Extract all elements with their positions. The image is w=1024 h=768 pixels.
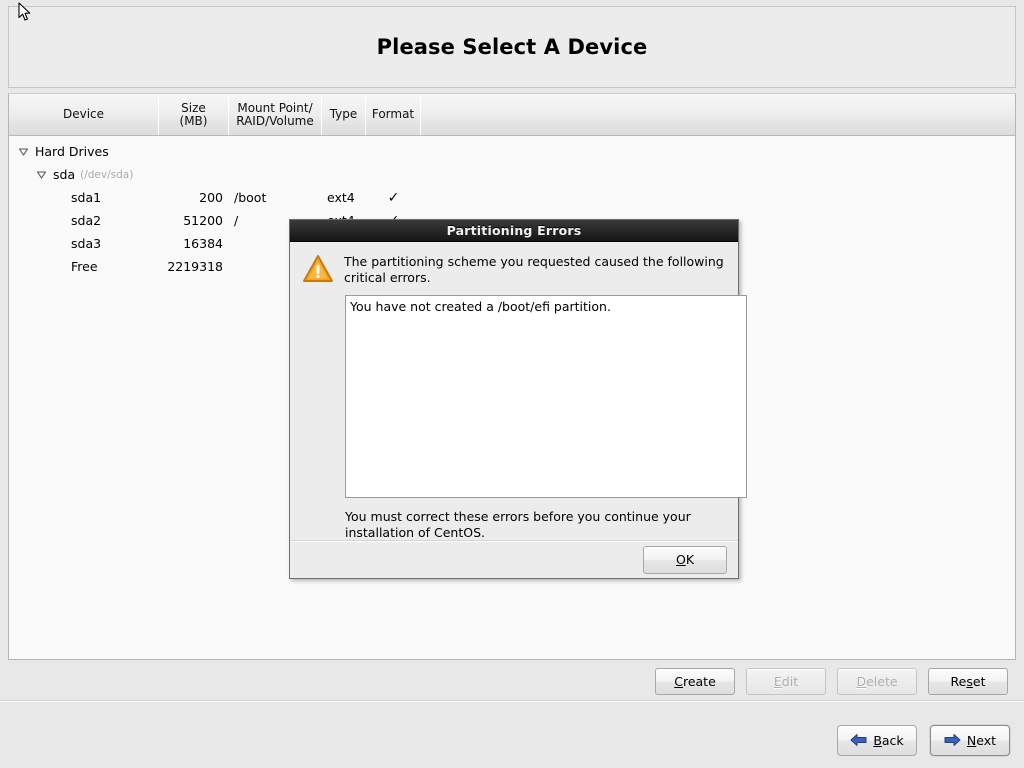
triangle-down-icon[interactable] bbox=[35, 168, 48, 181]
next-button-mnemonic: N bbox=[966, 732, 977, 748]
partitioning-errors-dialog[interactable]: Partitioning Errors The partitioning sch… bbox=[289, 219, 747, 579]
reset-button-label-pre: Re bbox=[950, 673, 967, 689]
delete-button[interactable]: Delete bbox=[837, 667, 917, 695]
reset-button[interactable]: Re s et bbox=[928, 667, 1008, 695]
column-header-format[interactable]: Format bbox=[366, 94, 421, 135]
ok-button-label: K bbox=[685, 552, 695, 567]
ok-button[interactable]: OK bbox=[643, 545, 727, 574]
tree-row[interactable]: sda (/dev/sda) bbox=[9, 163, 1015, 186]
column-header-mount-point[interactable]: Mount Point/ RAID/Volume bbox=[229, 94, 322, 135]
dialog-title: Partitioning Errors bbox=[446, 223, 582, 238]
tree-row[interactable]: Hard Drives bbox=[9, 140, 1015, 163]
wizard-navigation: Back Next bbox=[0, 722, 1024, 758]
tree-row-device-cell: sda3 bbox=[9, 236, 159, 251]
tree-row-device-name: sda1 bbox=[71, 190, 102, 205]
column-header-size-line2: (MB) bbox=[179, 113, 208, 128]
delete-button-mnemonic: D bbox=[856, 673, 867, 689]
column-header-size-label: Size (MB) bbox=[179, 100, 208, 128]
tree-column-header: Device Size (MB) Mount Point/ RAID/Volum… bbox=[9, 94, 1015, 136]
column-header-size[interactable]: Size (MB) bbox=[159, 94, 229, 135]
tree-row-size-cell: 51200 bbox=[183, 213, 223, 228]
tree-row-device-cell: sda2 bbox=[9, 213, 159, 228]
tree-row-device-cell: sda (/dev/sda) bbox=[9, 167, 159, 182]
triangle-down-icon[interactable] bbox=[17, 145, 30, 158]
column-header-device-label: Device bbox=[62, 107, 105, 121]
check-icon: ✓ bbox=[387, 189, 400, 206]
back-button[interactable]: Back bbox=[837, 724, 917, 756]
tree-row[interactable]: sda1 200/boot ext4 ✓ bbox=[9, 186, 1015, 209]
tree-row-size-cell: 2219318 bbox=[167, 259, 223, 274]
dialog-action-bar: OK bbox=[290, 540, 738, 578]
edit-button-label: dit bbox=[781, 673, 799, 689]
dialog-header-area: The partitioning scheme you requested ca… bbox=[302, 252, 726, 286]
arrow-left-icon bbox=[850, 734, 867, 746]
ok-button-mnemonic: O bbox=[675, 552, 686, 567]
column-header-type[interactable]: Type bbox=[322, 94, 366, 135]
tree-row-type-cell: ext4 bbox=[327, 190, 355, 205]
tree-row-device-name: sda2 bbox=[71, 213, 102, 228]
column-header-device[interactable]: Device bbox=[9, 94, 159, 135]
triangle-down-icon[interactable] bbox=[35, 168, 48, 181]
tree-row-device-name: Free bbox=[71, 259, 98, 274]
tree-row-mount-cell: /boot bbox=[234, 190, 267, 205]
horizontal-separator bbox=[0, 700, 1024, 702]
column-header-type-label: Type bbox=[329, 107, 358, 121]
dialog-body: The partitioning scheme you requested ca… bbox=[290, 242, 747, 541]
edit-button[interactable]: Edit bbox=[746, 667, 826, 695]
next-button[interactable]: Next bbox=[930, 724, 1010, 756]
dialog-titlebar[interactable]: Partitioning Errors bbox=[290, 220, 738, 242]
tree-row-device-path: (/dev/sda) bbox=[80, 168, 134, 181]
back-button-text: Back bbox=[873, 732, 904, 748]
back-button-mnemonic: B bbox=[873, 732, 882, 748]
triangle-down-icon[interactable] bbox=[17, 145, 30, 158]
page-banner: Please Select A Device bbox=[8, 6, 1016, 88]
dialog-footer-message: You must correct these errors before you… bbox=[345, 509, 691, 540]
tree-row-device-name: Hard Drives bbox=[35, 144, 109, 159]
tree-row-device-cell: Hard Drives bbox=[9, 144, 159, 159]
page-title: Please Select A Device bbox=[376, 35, 648, 59]
column-header-mount-label: Mount Point/ RAID/Volume bbox=[236, 100, 314, 128]
next-button-text: Next bbox=[966, 732, 997, 748]
column-header-size-line1: Size bbox=[181, 100, 206, 115]
tree-row-device-cell: Free bbox=[9, 259, 159, 274]
warning-triangle-icon bbox=[303, 255, 333, 282]
edit-button-mnemonic: E bbox=[773, 673, 782, 689]
column-header-mount-line1: Mount Point/ bbox=[237, 100, 313, 115]
tree-row-device-name: sda bbox=[53, 167, 76, 182]
create-button-mnemonic: C bbox=[674, 673, 683, 689]
error-list-item[interactable]: You have not created a /boot/efi partiti… bbox=[350, 299, 742, 314]
create-button[interactable]: Create bbox=[655, 667, 735, 695]
column-header-mount-line2: RAID/Volume bbox=[236, 113, 314, 128]
arrow-right-icon bbox=[944, 734, 961, 746]
error-list[interactable]: You have not created a /boot/efi partiti… bbox=[345, 295, 747, 498]
tree-row-size-cell: 200 bbox=[199, 190, 223, 205]
tree-row-device-cell: sda1 bbox=[9, 190, 159, 205]
reset-button-label-post: et bbox=[972, 673, 986, 689]
tree-row-size-cell: 16384 bbox=[183, 236, 223, 251]
column-header-format-label: Format bbox=[371, 107, 415, 121]
column-header-filler bbox=[421, 94, 1015, 135]
create-button-label: reate bbox=[682, 673, 716, 689]
delete-button-label: elete bbox=[866, 673, 898, 689]
dialog-message: The partitioning scheme you requested ca… bbox=[344, 254, 724, 285]
partition-action-buttons: Create Edit Delete Re s et bbox=[0, 666, 1024, 696]
tree-row-device-name: sda3 bbox=[71, 236, 102, 251]
